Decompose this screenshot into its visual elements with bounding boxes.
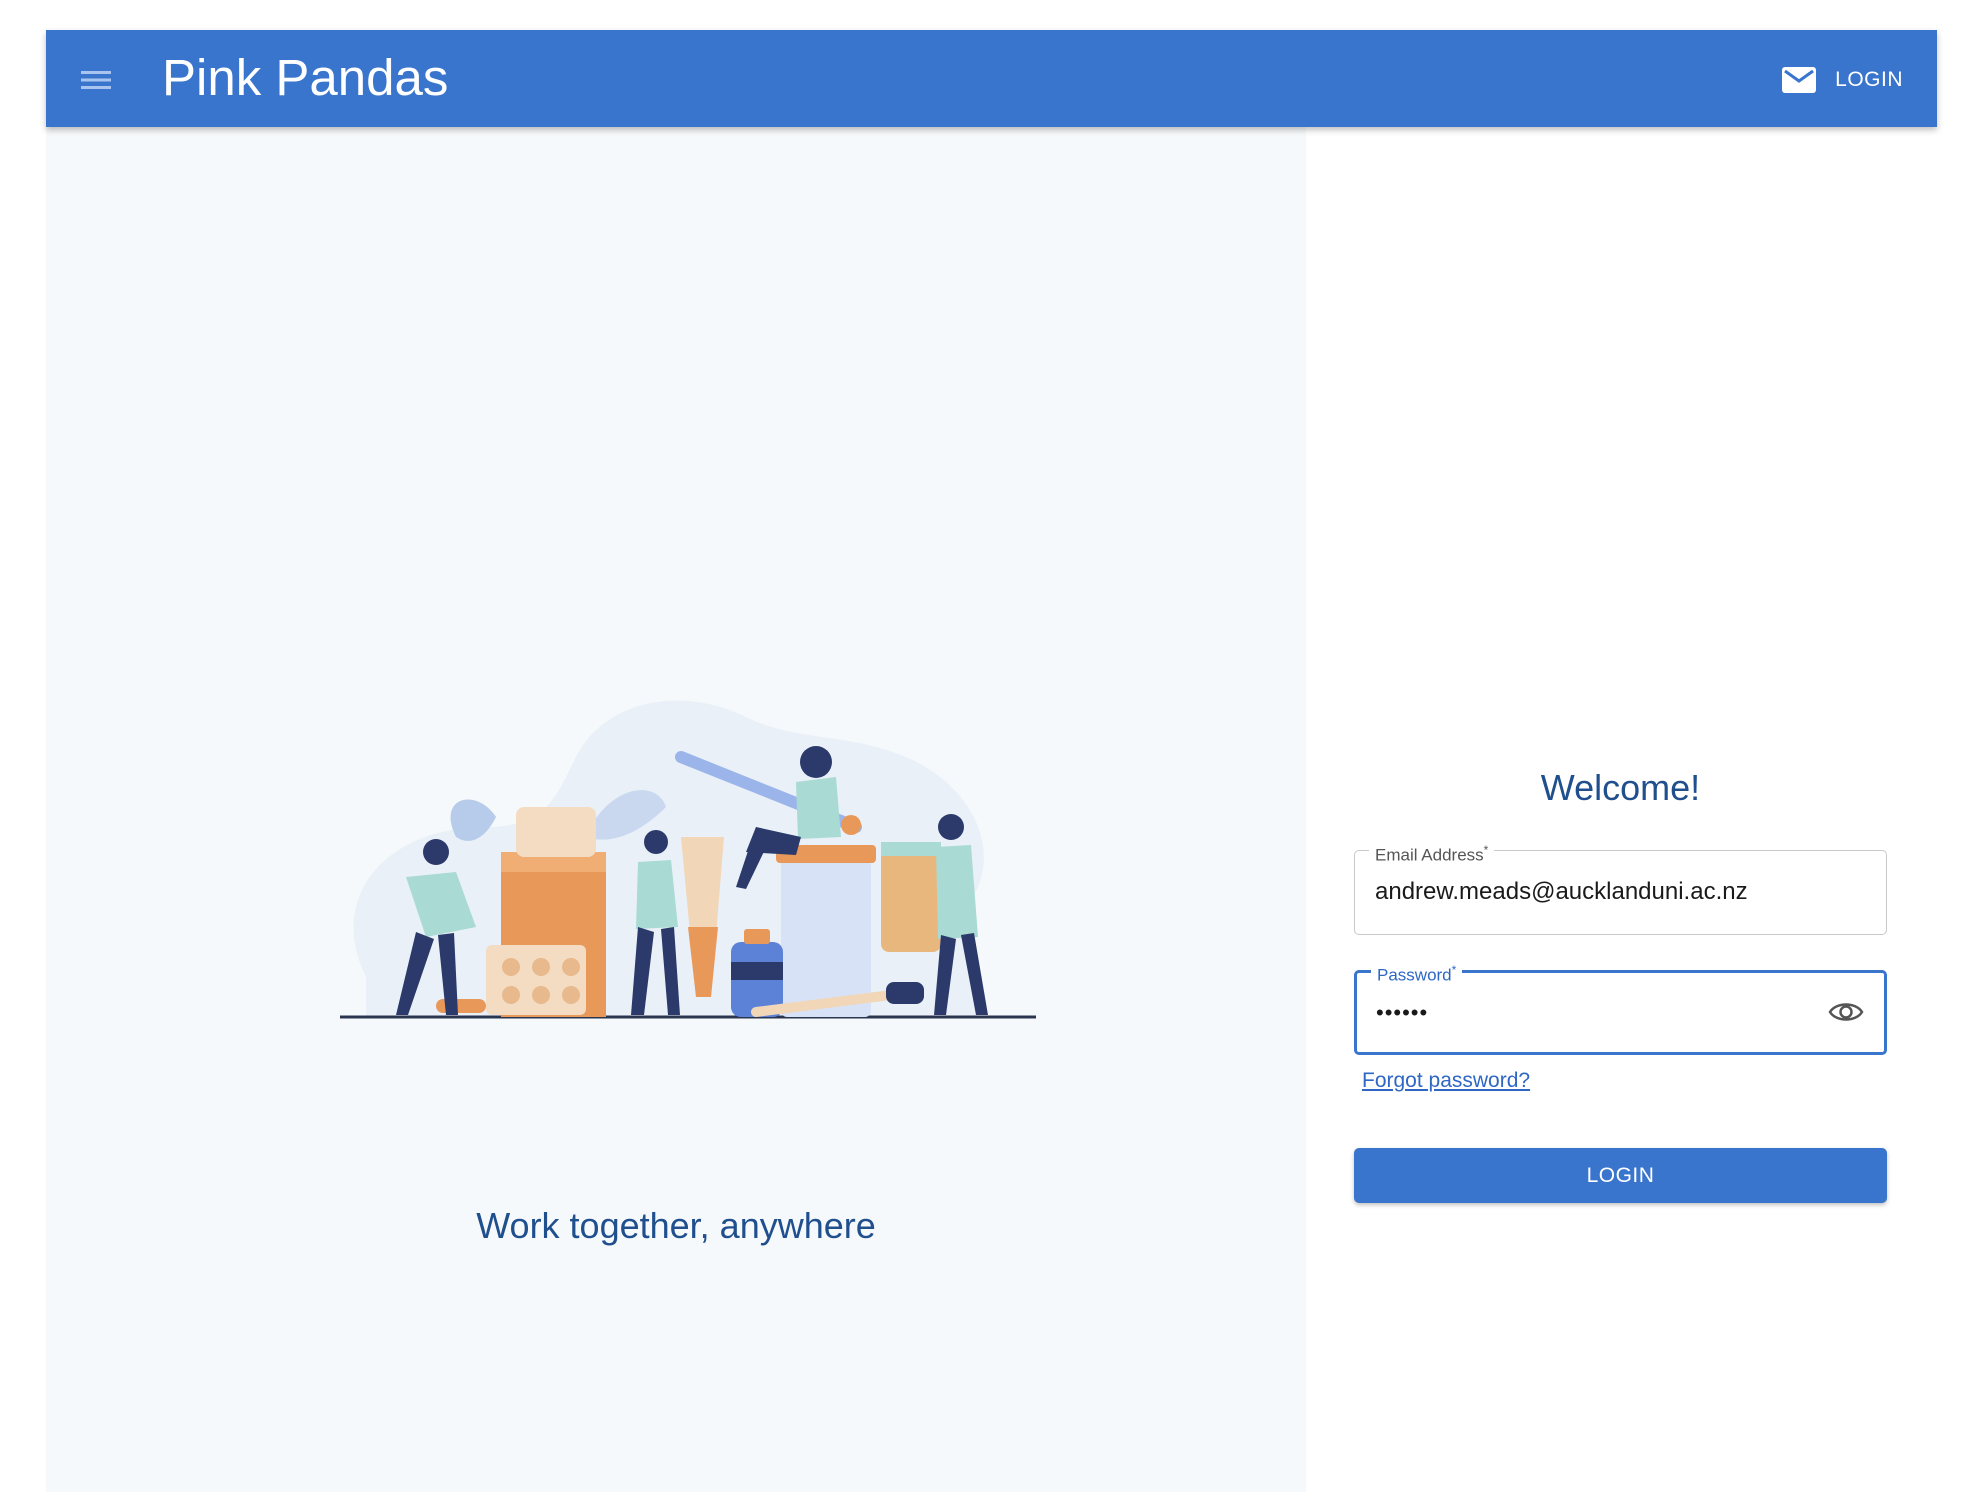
password-field[interactable]: Password* ••••••	[1354, 960, 1887, 1055]
email-field[interactable]: Email Address* andrew.meads@aucklanduni.…	[1354, 840, 1887, 935]
appbar-login-label: LOGIN	[1835, 68, 1903, 91]
welcome-heading: Welcome!	[1540, 767, 1701, 808]
mail-icon	[1782, 67, 1817, 93]
email-input-value[interactable]: andrew.meads@aucklanduni.ac.nz	[1375, 851, 1748, 933]
eye-icon[interactable]	[1828, 997, 1864, 1027]
people-with-medicine-illustration	[340, 700, 1036, 1019]
menu-button[interactable]	[74, 58, 118, 102]
app-bar: Pink Pandas LOGIN	[46, 30, 1937, 127]
forgot-password-link[interactable]: Forgot password?	[1362, 1069, 1530, 1093]
app-title: Pink Pandas	[162, 49, 449, 106]
app-root: Pink Pandas LOGIN Work together, anywher…	[46, 30, 1937, 1492]
password-input-value[interactable]: ••••••	[1376, 973, 1428, 1052]
login-submit-button[interactable]: LOGIN	[1354, 1148, 1887, 1203]
password-required-mark: *	[1451, 963, 1457, 977]
hero-tagline: Work together, anywhere	[476, 1205, 876, 1246]
appbar-login-button[interactable]: LOGIN	[1782, 58, 1903, 102]
hero-panel: Work together, anywhere	[46, 127, 1306, 1492]
hamburger-menu-icon	[81, 71, 111, 89]
login-panel: Welcome! Email Address* andrew.meads@auc…	[1354, 30, 1887, 1492]
